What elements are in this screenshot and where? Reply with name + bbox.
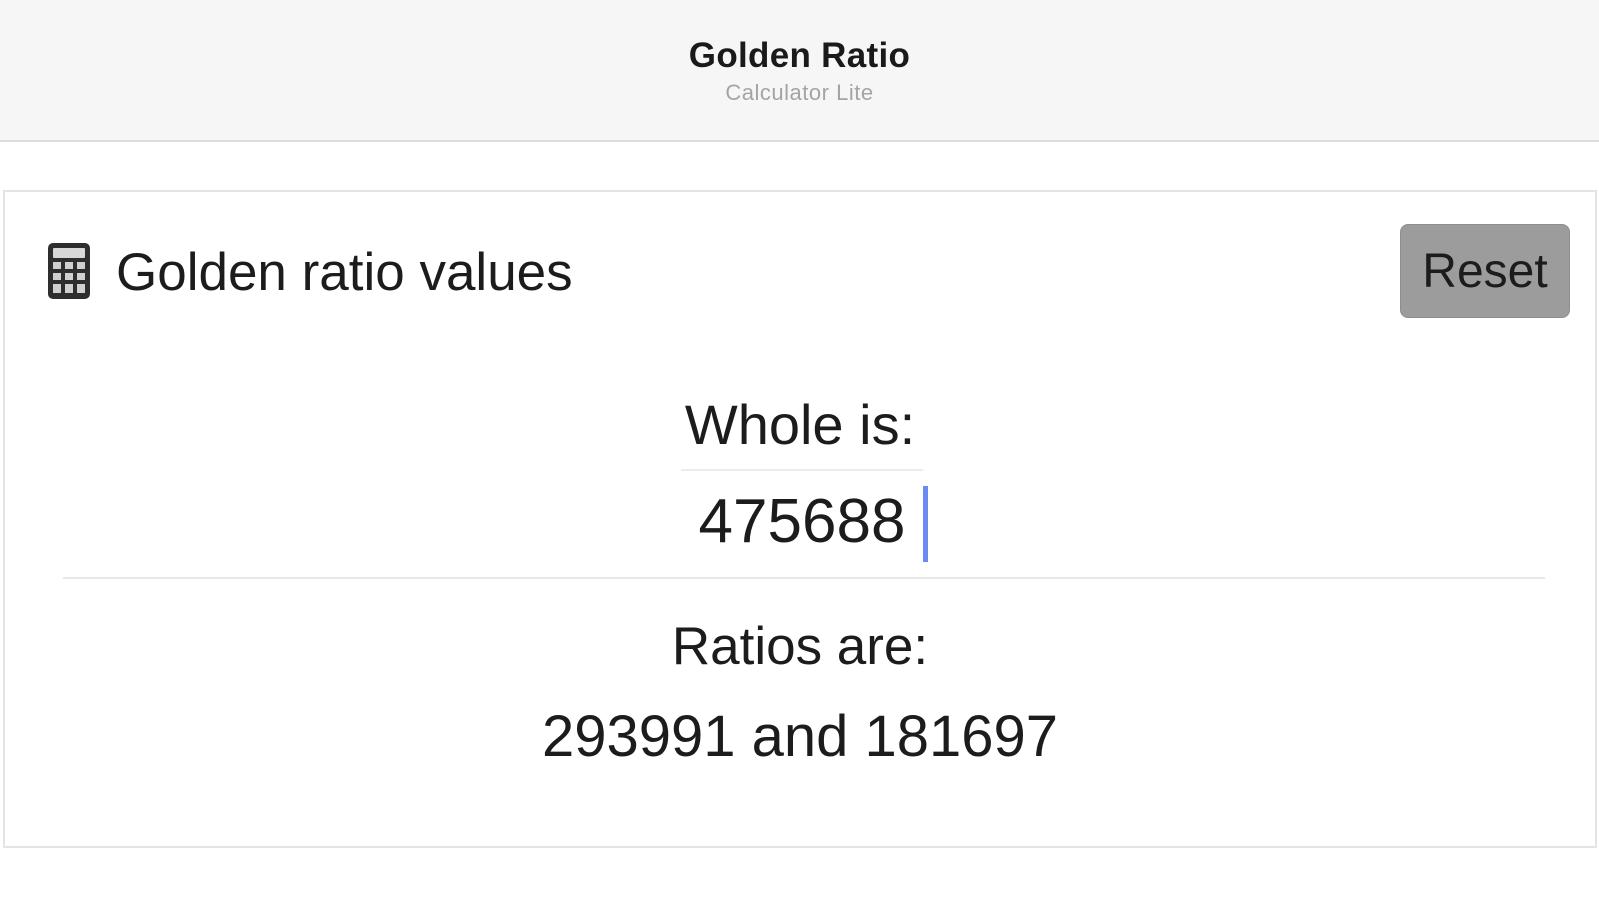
golden-ratio-card: Golden ratio values Reset Whole is: Rati…	[3, 190, 1597, 848]
app-subtitle: Calculator Lite	[725, 80, 874, 105]
ratios-label: Ratios are:	[671, 617, 929, 676]
navigation-bar: Golden Ratio Calculator Lite	[0, 0, 1599, 142]
app-title: Golden Ratio	[688, 36, 911, 75]
ratios-result: 293991 and 181697	[541, 704, 1059, 769]
section-divider	[63, 577, 1545, 579]
whole-value-input[interactable]	[565, 480, 1039, 562]
whole-label-underline	[681, 469, 923, 471]
calculator-icon	[45, 242, 93, 300]
text-caret	[923, 486, 928, 562]
card-title: Golden ratio values	[116, 243, 573, 302]
card-header: Golden ratio values Reset	[5, 192, 1595, 352]
whole-label: Whole is:	[684, 393, 916, 456]
reset-button[interactable]: Reset	[1400, 224, 1570, 318]
